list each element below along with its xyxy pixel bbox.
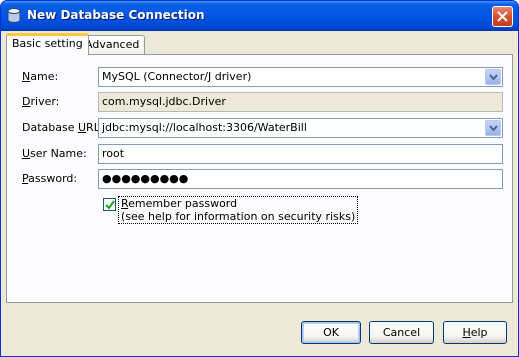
remember-password-line2: (see help for information on security ri… (121, 210, 356, 223)
chevron-down-icon (489, 74, 498, 81)
remember-password-label[interactable]: Remember password (see help for informat… (118, 196, 359, 224)
password-input[interactable]: ●●●●●●●●● (98, 169, 503, 189)
checkmark-icon (105, 200, 115, 210)
help-button[interactable]: Help (443, 321, 507, 344)
name-label: Name: (22, 70, 59, 83)
name-dropdown-button[interactable] (485, 69, 501, 85)
cancel-button-label: Cancel (382, 326, 421, 339)
database-url-value: jdbc:mysql://localhost:3306/WaterBill (102, 121, 307, 134)
remember-password-checkbox[interactable] (103, 198, 116, 211)
dialog-body: Advanced Basic setting Name: MySQL (Conn… (4, 31, 515, 354)
database-connection-icon (7, 8, 21, 24)
driver-value: com.mysql.jdbc.Driver (102, 95, 226, 108)
chevron-down-icon (489, 125, 498, 132)
user-name-input[interactable]: root (98, 144, 503, 164)
name-combobox[interactable]: MySQL (Connector/J driver) (98, 67, 503, 87)
cancel-button[interactable]: Cancel (369, 321, 434, 344)
new-database-connection-dialog: New Database Connection Advanced Basic s… (0, 0, 519, 357)
help-button-label: Help (462, 326, 488, 339)
driver-label: Driver: (22, 95, 60, 108)
title-bar[interactable]: New Database Connection (1, 1, 518, 31)
ok-button[interactable]: OK (301, 321, 361, 344)
password-value: ●●●●●●●●● (102, 172, 189, 185)
remember-password-line1: Remember password (121, 197, 238, 210)
database-url-dropdown-button[interactable] (485, 120, 501, 136)
tab-advanced-label: Advanced (85, 38, 140, 51)
tab-advanced[interactable]: Advanced (79, 35, 146, 55)
user-name-value: root (102, 147, 125, 160)
close-button[interactable] (492, 6, 513, 27)
user-name-label: User Name: (22, 147, 87, 160)
ok-button-label: OK (323, 326, 339, 339)
window-title: New Database Connection (27, 8, 205, 22)
basic-setting-panel: Name: MySQL (Connector/J driver) Driver:… (6, 54, 513, 303)
close-icon (497, 11, 508, 22)
driver-field: com.mysql.jdbc.Driver (98, 92, 503, 112)
tab-basic-setting-label: Basic setting (12, 37, 83, 50)
database-url-label: Database URL: (22, 121, 104, 134)
tab-basic-setting[interactable]: Basic setting (6, 33, 89, 55)
name-value: MySQL (Connector/J driver) (102, 70, 252, 83)
database-url-combobox[interactable]: jdbc:mysql://localhost:3306/WaterBill (98, 118, 503, 138)
password-label: Password: (22, 172, 78, 185)
